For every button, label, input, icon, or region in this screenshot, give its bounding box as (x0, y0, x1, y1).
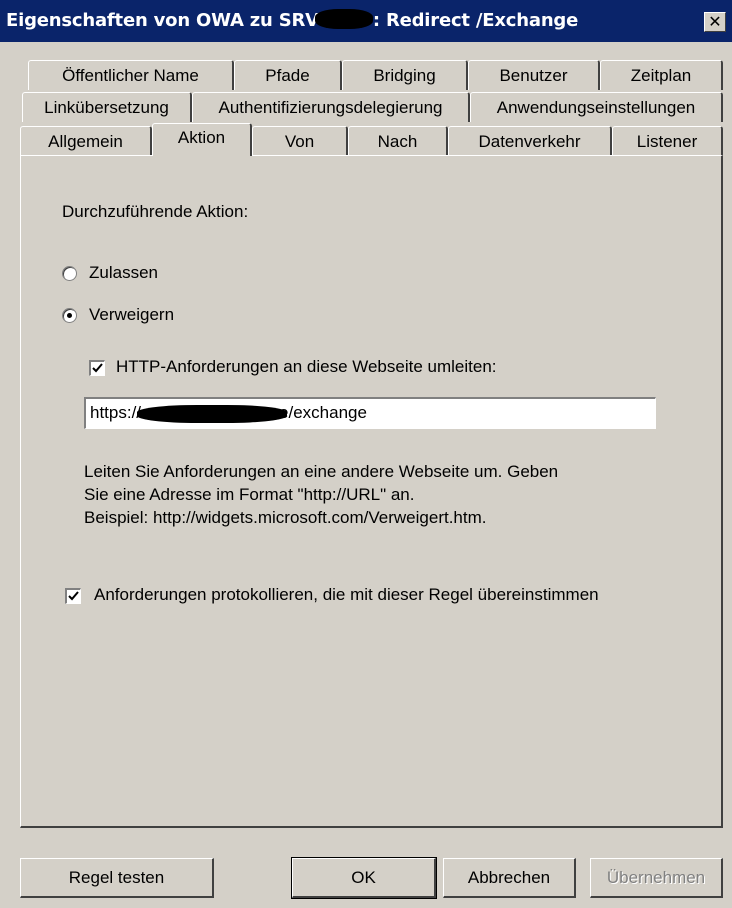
ok-button[interactable]: OK (291, 857, 437, 899)
redaction-mark (314, 9, 373, 29)
checkmark-icon (92, 363, 103, 373)
redirect-checkbox[interactable] (89, 360, 105, 376)
hint-line-2: Sie eine Adresse im Format "http://URL" … (84, 485, 415, 504)
tab-pfade[interactable]: Pfade (234, 60, 342, 90)
tab-label: Bridging (373, 65, 436, 85)
ok-label: OK (351, 867, 376, 887)
tab-anwendungseinstellungen[interactable]: Anwendungseinstellungen (470, 92, 723, 122)
tab-label: Allgemein (48, 131, 123, 151)
tab-label: Pfade (265, 65, 310, 85)
tab-label: Authentifizierungsdelegierung (218, 97, 443, 117)
deny-radio[interactable] (62, 308, 77, 323)
checkmark-icon (68, 591, 79, 601)
window-title-part2: : Redirect /Exchange (372, 10, 579, 31)
tab-label: Nach (377, 131, 418, 151)
tab-zeitplan[interactable]: Zeitplan (600, 60, 723, 90)
tab-label: Von (284, 131, 315, 151)
title-bar: Eigenschaften von OWA zu SRV : Redirect /… (0, 0, 732, 42)
window-title: Eigenschaften von OWA zu SRV : Redirect /… (6, 9, 578, 31)
redirect-label[interactable]: HTTP-Anforderungen an diese Webseite uml… (116, 357, 497, 377)
log-requests-label[interactable]: Anforderungen protokollieren, die mit di… (94, 585, 599, 605)
tab-label: Aktion (177, 128, 226, 147)
action-heading: Durchzuführende Aktion: (62, 202, 249, 221)
tab-label: Benutzer (499, 65, 568, 85)
tab-label: Anwendungseinstellungen (496, 97, 696, 117)
tab-label: Linkübersetzung (44, 97, 169, 117)
tab-allgemein[interactable]: Allgemein (20, 126, 152, 156)
tab-oeffentlicher-name[interactable]: Öffentlicher Name (28, 60, 234, 90)
url-prefix: https:// (90, 403, 142, 422)
cancel-label: Abbrechen (467, 867, 551, 887)
apply-button[interactable]: Übernehmen (590, 858, 723, 898)
tab-label: Datenverkehr (478, 131, 581, 151)
tab-listener[interactable]: Listener (612, 126, 723, 156)
window-title-part1: Eigenschaften von OWA zu SRV (6, 10, 319, 31)
test-rule-label: Regel testen (68, 867, 165, 887)
allow-radio[interactable] (62, 266, 77, 281)
apply-label: Übernehmen (606, 867, 706, 887)
tab-label: Listener (636, 131, 698, 151)
redaction-mark (137, 404, 288, 423)
tab-label: Öffentlicher Name (62, 65, 199, 85)
tab-nach[interactable]: Nach (348, 126, 448, 156)
deny-label[interactable]: Verweigern (89, 305, 174, 325)
url-suffix: e/exchange (279, 403, 367, 422)
tab-label: Zeitplan (630, 65, 692, 85)
close-icon: ✕ (708, 12, 722, 31)
cancel-button[interactable]: Abbrechen (443, 858, 576, 898)
tab-datenverkehr[interactable]: Datenverkehr (448, 126, 612, 156)
tab-linkuebersetzung[interactable]: Linkübersetzung (22, 92, 192, 122)
tab-benutzer[interactable]: Benutzer (468, 60, 600, 90)
tab-authentifizierungsdelegierung[interactable]: Authentifizierungsdelegierung (192, 92, 470, 122)
tab-aktion[interactable]: Aktion (152, 123, 252, 156)
test-rule-button[interactable]: Regel testen (20, 858, 214, 898)
redirect-url-input[interactable]: https:// e/exchange (84, 397, 656, 429)
tab-von[interactable]: Von (252, 126, 348, 156)
close-button[interactable]: ✕ (704, 12, 726, 32)
active-tab-join (153, 154, 250, 157)
hint-line-1: Leiten Sie Anforderungen an eine andere … (84, 462, 559, 481)
hint-line-3: Beispiel: http://widgets.microsoft.com/V… (84, 508, 487, 527)
radio-selected-dot (67, 313, 72, 318)
tab-bridging[interactable]: Bridging (342, 60, 468, 90)
allow-label[interactable]: Zulassen (89, 263, 158, 283)
log-requests-checkbox[interactable] (65, 588, 81, 604)
